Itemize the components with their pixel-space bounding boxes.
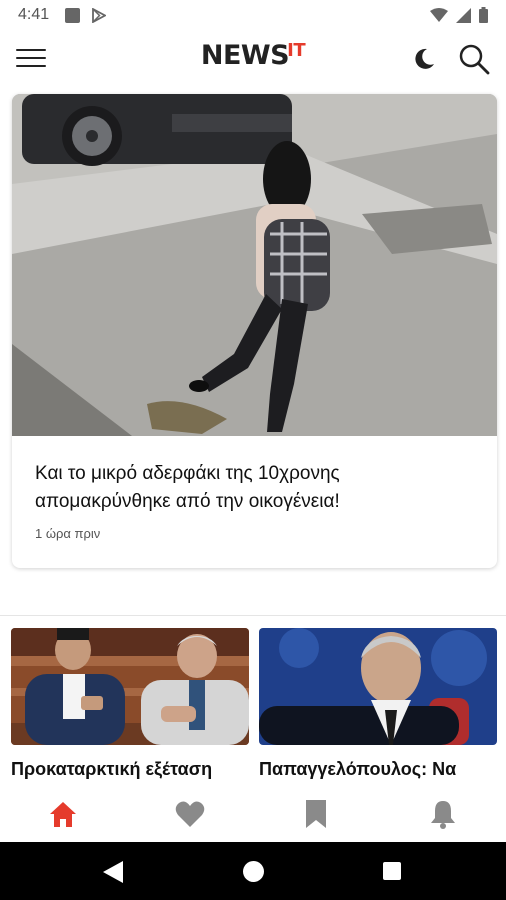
search-icon[interactable] [458,43,490,75]
wifi-icon [430,7,448,22]
hero-article-time: 1 ώρα πριν [35,526,101,541]
tab-notifications[interactable] [380,786,506,842]
bell-icon [430,801,455,829]
hero-article-title[interactable]: Και το μικρό αδερφάκι της 10χρονης απομα… [35,460,475,516]
article-title[interactable]: Προκαταρκτική εξέταση [11,759,249,780]
system-navigation-bar [0,842,506,900]
stop-icon [65,7,81,23]
status-bar: 4:41 [0,0,506,30]
logo-accent: IT [287,40,306,61]
hero-article-image [12,94,497,436]
play-store-icon [92,7,107,23]
home-icon [50,802,77,827]
section-divider [0,615,506,616]
status-time: 4:41 [18,6,50,23]
article-card[interactable]: Προκαταρκτική εξέταση [11,628,249,780]
recents-icon[interactable] [383,862,401,880]
hero-article-card[interactable]: Και το μικρό αδερφάκι της 10χρονης απομα… [12,94,497,568]
tab-home[interactable] [0,786,127,842]
tab-favorites[interactable] [127,786,254,842]
article-card[interactable]: Παπαγγελόπουλος: Να [259,628,497,780]
bookmark-icon [306,800,327,828]
heart-icon [175,801,205,827]
home-button-icon[interactable] [243,861,264,882]
signal-icon [456,7,471,23]
article-thumbnail [259,628,497,745]
article-thumbnail [11,628,249,745]
bottom-navigation [0,786,506,842]
article-title[interactable]: Παπαγγελόπουλος: Να [259,759,497,780]
battery-icon [479,7,488,23]
tab-bookmarks[interactable] [253,786,380,842]
logo-main: NEWS [200,40,290,71]
back-icon[interactable] [103,861,123,883]
moon-icon[interactable] [410,46,436,72]
app-bar: NEWSIT [0,30,506,84]
